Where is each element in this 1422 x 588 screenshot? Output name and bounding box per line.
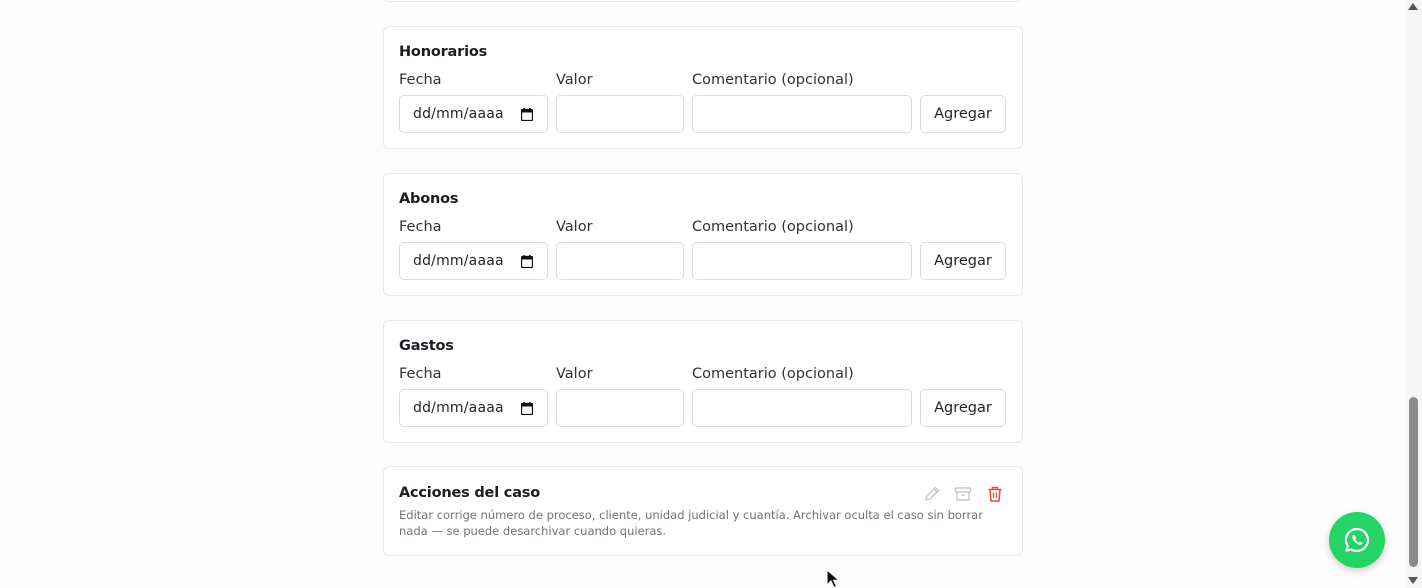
date-placeholder: dd/mm/aaaa	[413, 253, 504, 269]
valor-input[interactable]	[556, 95, 684, 133]
agregar-button[interactable]: Agregar	[920, 389, 1006, 427]
comentario-input[interactable]	[692, 95, 912, 133]
section-title: Abonos	[399, 191, 459, 207]
fecha-label: Fecha	[399, 72, 442, 88]
comentario-input[interactable]	[692, 389, 912, 427]
section-title: Gastos	[399, 338, 454, 354]
calendar-icon[interactable]	[521, 255, 533, 268]
mouse-cursor-icon	[826, 569, 841, 588]
fecha-date-input[interactable]: dd/mm/aaaa	[399, 95, 548, 133]
scrollbar-thumb[interactable]	[1409, 397, 1418, 567]
fecha-label: Fecha	[399, 366, 442, 382]
abonos-card: Abonos Fecha Valor Comentario (opcional)…	[383, 173, 1023, 296]
date-placeholder: dd/mm/aaaa	[413, 106, 504, 122]
trash-icon[interactable]	[986, 485, 1004, 503]
fecha-date-input[interactable]: dd/mm/aaaa	[399, 389, 548, 427]
comentario-label: Comentario (opcional)	[692, 72, 854, 88]
valor-input[interactable]	[556, 389, 684, 427]
date-placeholder: dd/mm/aaaa	[413, 400, 504, 416]
valor-label: Valor	[556, 366, 593, 382]
previous-card-edge	[383, 0, 1023, 2]
vertical-scrollbar[interactable]	[1405, 0, 1422, 588]
calendar-icon[interactable]	[521, 402, 533, 415]
fecha-label: Fecha	[399, 219, 442, 235]
fecha-date-input[interactable]: dd/mm/aaaa	[399, 242, 548, 280]
agregar-button[interactable]: Agregar	[920, 95, 1006, 133]
whatsapp-icon	[1344, 527, 1369, 553]
comentario-input[interactable]	[692, 242, 912, 280]
section-title: Honorarios	[399, 44, 488, 60]
comentario-label: Comentario (opcional)	[692, 366, 854, 382]
acciones-card: Acciones del caso Editar corrige número …	[383, 466, 1023, 556]
valor-input[interactable]	[556, 242, 684, 280]
edit-pencil-icon[interactable]	[923, 485, 941, 503]
valor-label: Valor	[556, 219, 593, 235]
acciones-title: Acciones del caso	[399, 485, 540, 501]
scroll-up-arrow-icon[interactable]	[1408, 3, 1418, 10]
scroll-down-arrow-icon[interactable]	[1408, 577, 1418, 584]
agregar-button[interactable]: Agregar	[920, 242, 1006, 280]
acciones-description: Editar corrige número de proceso, client…	[399, 508, 983, 538]
valor-label: Valor	[556, 72, 593, 88]
whatsapp-button[interactable]	[1329, 512, 1385, 568]
honorarios-card: Honorarios Fecha Valor Comentario (opcio…	[383, 26, 1023, 149]
gastos-card: Gastos Fecha Valor Comentario (opcional)…	[383, 320, 1023, 443]
calendar-icon[interactable]	[521, 108, 533, 121]
archive-box-icon[interactable]	[954, 485, 972, 503]
comentario-label: Comentario (opcional)	[692, 219, 854, 235]
